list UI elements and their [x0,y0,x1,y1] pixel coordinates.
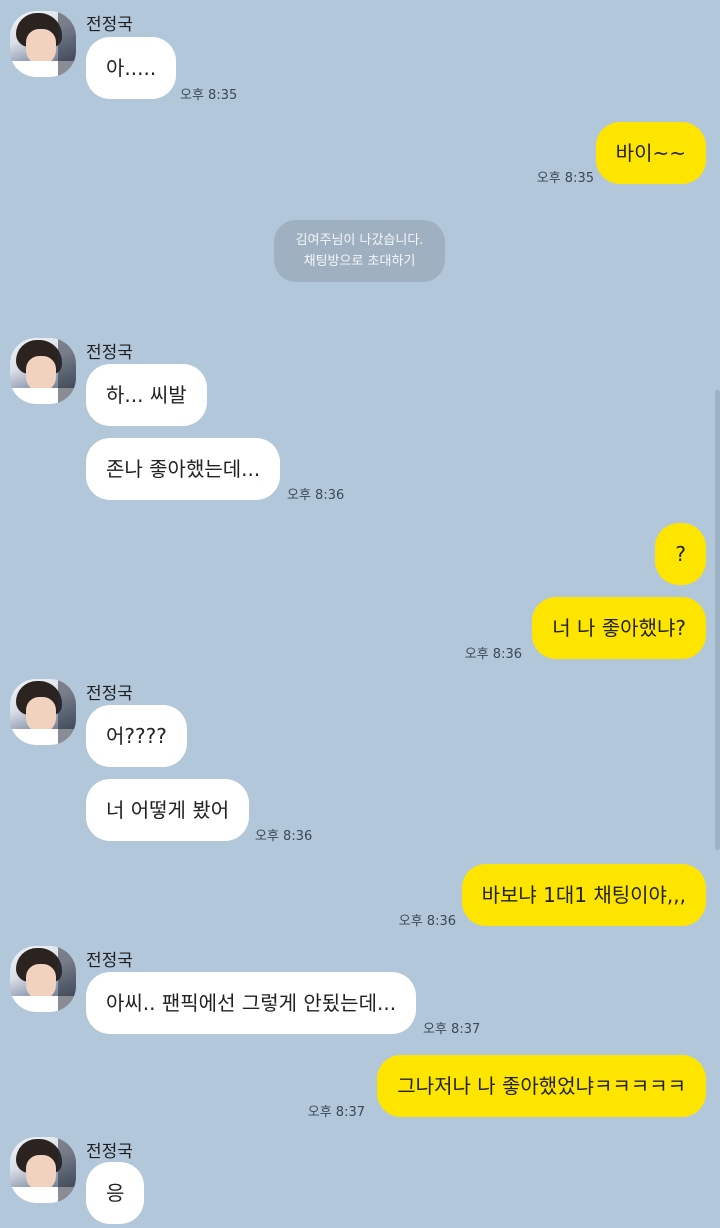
message-bubble[interactable]: 응 [86,1162,145,1224]
message-time: 오후 8:36 [287,488,345,503]
message-time: 오후 8:36 [398,914,456,929]
message-time: 오후 8:37 [423,1022,481,1037]
message-time: 오후 8:36 [255,829,313,844]
message-bubble-mine[interactable]: 바이~~ [595,122,706,184]
message-time: 오후 8:36 [464,647,522,662]
message-bubble[interactable]: 존나 좋아했는데... [86,438,281,500]
message-bubble[interactable]: 너 어떻게 봤어 [86,779,250,841]
contact-avatar[interactable] [10,1137,76,1203]
message-bubble[interactable]: 하... 씨발 [86,364,207,426]
message-bubble-mine[interactable]: 그나저나 나 좋아했었냐ㅋㅋㅋㅋㅋ [377,1055,706,1117]
contact-name: 전정국 [86,1142,133,1162]
message-time: 오후 8:35 [180,88,238,103]
message-bubble[interactable]: 어???? [86,705,187,767]
message-time: 오후 8:35 [536,171,594,186]
contact-avatar[interactable] [10,11,76,77]
contact-name: 전정국 [86,343,133,363]
contact-avatar[interactable] [10,338,76,404]
scrollbar[interactable] [715,390,720,850]
invite-back-link[interactable]: 채팅방으로 초대하기 [274,251,445,272]
notice-text: 김여주님이 나갔습니다. [295,233,424,248]
contact-avatar[interactable] [10,679,76,745]
contact-name: 전정국 [86,15,133,35]
contact-name: 전정국 [86,684,133,704]
message-bubble-mine[interactable]: 너 나 좋아했냐? [532,597,706,659]
left-chat-notice[interactable]: 김여주님이 나갔습니다. 채팅방으로 초대하기 [274,220,445,282]
message-bubble-mine[interactable]: 바보냐 1대1 채팅이야,,, [461,864,706,926]
contact-avatar[interactable] [10,946,76,1012]
message-bubble[interactable]: 아..... [86,37,177,99]
message-time: 오후 8:37 [307,1105,365,1120]
message-bubble-mine[interactable]: ? [655,523,706,585]
contact-name: 전정국 [86,951,133,971]
message-bubble[interactable]: 아씨.. 팬픽에선 그렇게 안됬는데... [86,972,417,1034]
